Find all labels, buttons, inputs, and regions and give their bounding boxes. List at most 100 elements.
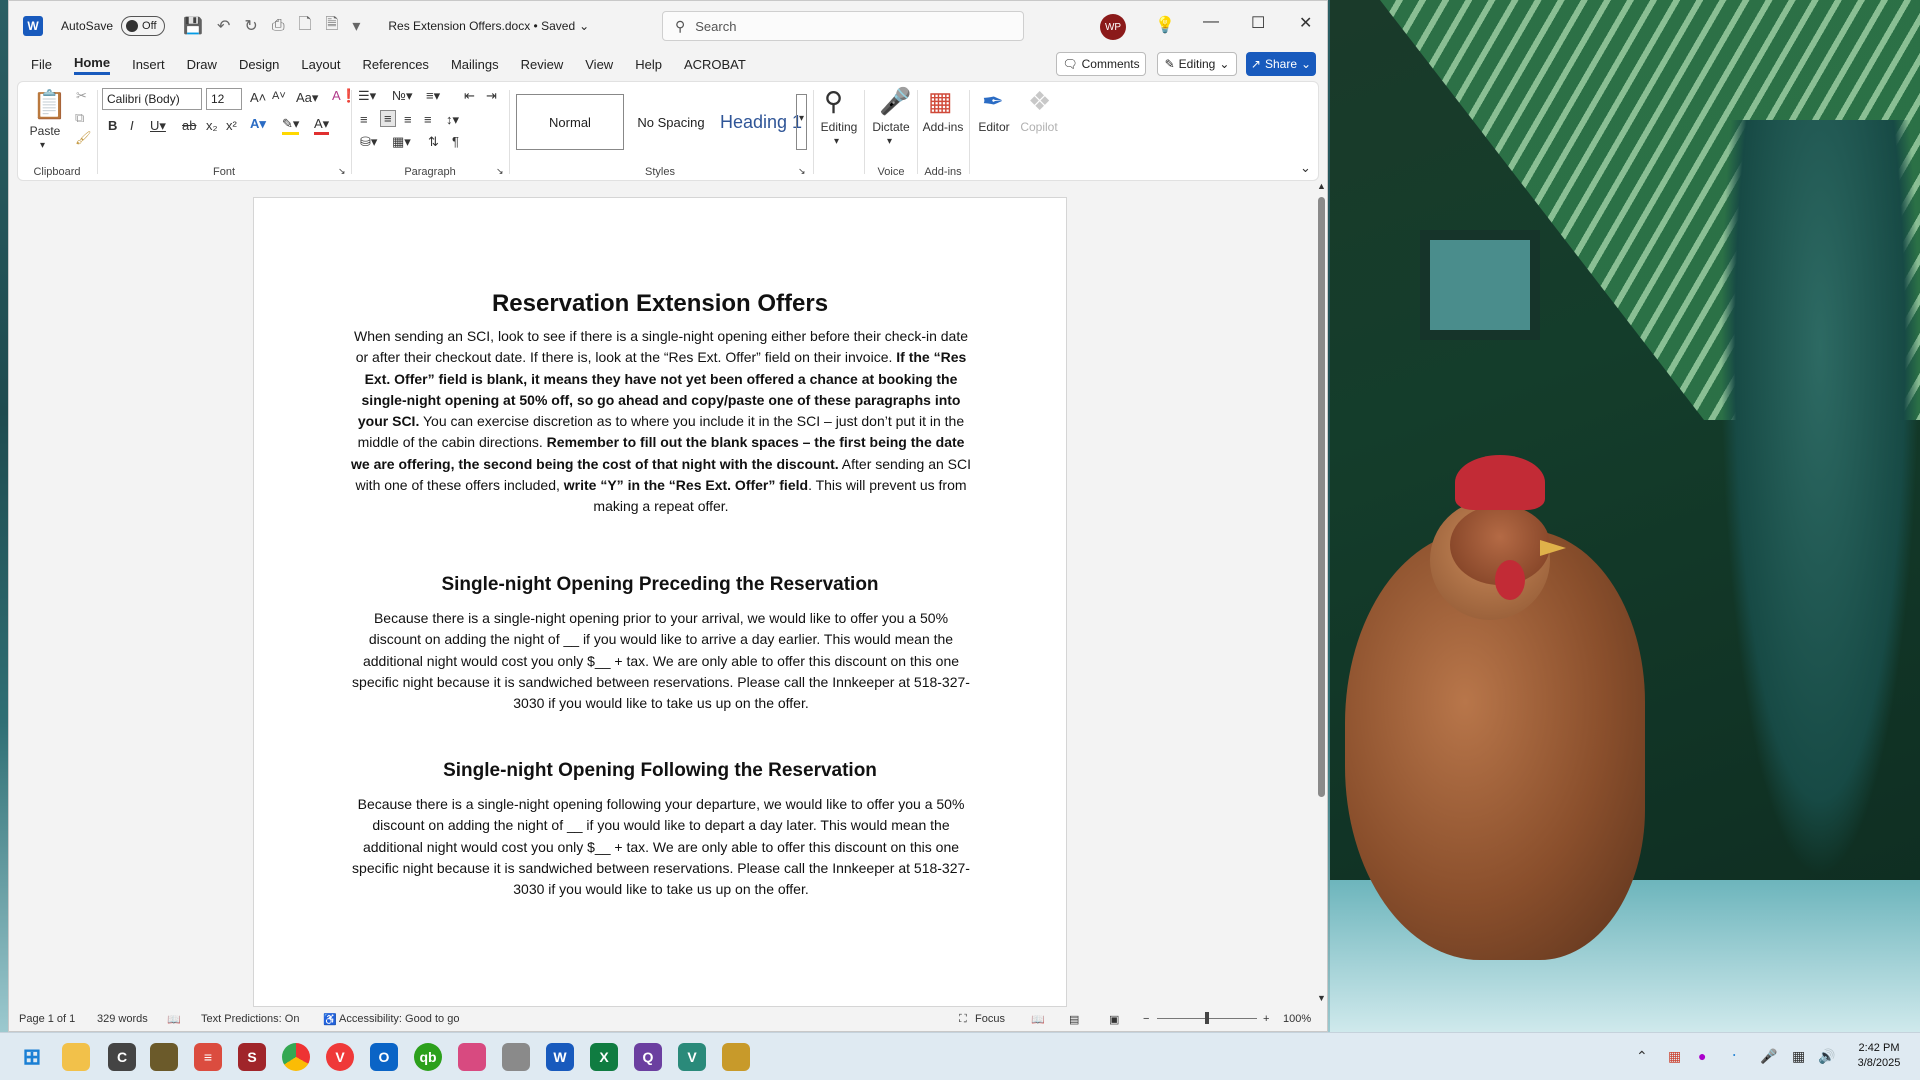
show-hidden-icons-icon[interactable]: ⌃ <box>1636 1048 1648 1065</box>
cut-icon[interactable]: ✂ <box>76 88 87 104</box>
zoom-in-icon[interactable]: + <box>1263 1013 1269 1025</box>
web-layout-view-icon[interactable]: ▣ <box>1109 1013 1119 1026</box>
tab-references[interactable]: References <box>362 57 428 74</box>
tab-help[interactable]: Help <box>635 57 662 74</box>
share-button[interactable]: ↗ Share ⌄ <box>1246 52 1316 76</box>
comments-button[interactable]: 🗨 Comments <box>1056 52 1146 76</box>
superscript-icon[interactable]: x² <box>226 118 237 133</box>
clock[interactable]: 2:42 PM 3/8/2025 <box>1844 1041 1914 1071</box>
multilevel-list-icon[interactable]: ≡▾ <box>426 88 440 104</box>
focus-icon[interactable]: ⛶ <box>959 1013 967 1026</box>
addins-icon[interactable]: ▦ <box>928 86 953 117</box>
text-predictions-status[interactable]: Text Predictions: On <box>201 1013 299 1025</box>
styles-dialog-launcher-icon[interactable]: ↘ <box>798 166 806 177</box>
new-document-icon[interactable]: 🗎 <box>325 13 338 40</box>
borders-icon[interactable]: ▦▾ <box>392 134 411 150</box>
lightbulb-icon[interactable]: 💡 <box>1155 15 1175 35</box>
dictate-button[interactable]: Dictate <box>867 120 915 134</box>
app-v-icon[interactable]: V <box>678 1043 706 1071</box>
bluetooth-icon[interactable]: ᛫ <box>1730 1048 1738 1064</box>
zoom-out-icon[interactable]: − <box>1143 1013 1149 1025</box>
app-s-icon[interactable]: S <box>238 1043 266 1071</box>
app-c-icon[interactable]: C <box>108 1043 136 1071</box>
show-formatting-icon[interactable]: ¶ <box>452 134 459 149</box>
bullets-icon[interactable]: ☰▾ <box>358 88 376 104</box>
increase-indent-icon[interactable]: ⇥ <box>486 88 497 104</box>
decrease-indent-icon[interactable]: ⇤ <box>464 88 475 104</box>
maximize-icon[interactable]: ☐ <box>1251 13 1265 33</box>
paragraph-dialog-launcher-icon[interactable]: ↘ <box>496 166 504 177</box>
paste-icon[interactable]: 📋 <box>32 88 67 121</box>
addins-button[interactable]: Add-ins <box>918 120 968 134</box>
editor-button[interactable]: Editor <box>972 120 1016 134</box>
read-mode-icon[interactable]: 🗋 <box>299 13 312 40</box>
app-q-icon[interactable]: Q <box>634 1043 662 1071</box>
autosave-toggle[interactable]: Off <box>121 16 166 36</box>
focus-button[interactable]: Focus <box>975 1013 1005 1025</box>
chrome-icon[interactable] <box>282 1043 310 1071</box>
app-grid-icon[interactable] <box>150 1043 178 1071</box>
microphone-icon[interactable]: 🎤 <box>879 86 911 117</box>
tab-file[interactable]: File <box>31 57 52 74</box>
tab-home[interactable]: Home <box>73 55 111 75</box>
font-size-combo[interactable]: 12 <box>206 88 242 110</box>
align-center-icon[interactable]: ≡ <box>380 110 396 127</box>
outlook-icon[interactable]: O <box>370 1043 398 1071</box>
printer-app-icon[interactable] <box>502 1043 530 1071</box>
tray-app-icon[interactable]: ▦ <box>1668 1048 1681 1065</box>
highlight-icon[interactable]: ✎▾ <box>282 116 300 135</box>
scrollbar-thumb[interactable] <box>1318 197 1325 797</box>
underline-icon[interactable]: U▾ <box>150 118 166 134</box>
user-avatar[interactable]: WP <box>1100 14 1126 40</box>
strikethrough-icon[interactable]: ab <box>182 118 196 133</box>
vivaldi-icon[interactable]: V <box>326 1043 354 1071</box>
tab-draw[interactable]: Draw <box>187 57 217 74</box>
app-folder-icon[interactable] <box>722 1043 750 1071</box>
print-layout-view-icon[interactable]: ▤ <box>1069 1013 1079 1026</box>
file-explorer-icon[interactable] <box>62 1043 90 1071</box>
tab-layout[interactable]: Layout <box>301 57 340 74</box>
vertical-scrollbar[interactable]: ▲ ▼ <box>1314 181 1328 1007</box>
tray-color-icon[interactable]: ● <box>1698 1048 1706 1064</box>
snipping-tool-icon[interactable] <box>458 1043 486 1071</box>
style-normal[interactable]: Normal <box>516 94 624 150</box>
accessibility-status[interactable]: Accessibility: Good to go <box>339 1013 459 1025</box>
document-title[interactable]: Res Extension Offers.docx • Saved <box>388 19 575 33</box>
style-no-spacing[interactable]: No Spacing <box>624 94 718 150</box>
tab-view[interactable]: View <box>585 57 613 74</box>
tab-mailings[interactable]: Mailings <box>451 57 499 74</box>
microphone-tray-icon[interactable]: 🎤 <box>1760 1048 1777 1065</box>
scroll-up-icon[interactable]: ▲ <box>1317 181 1326 191</box>
save-icon[interactable]: 💾 <box>183 16 203 36</box>
shading-icon[interactable]: ⛁▾ <box>360 134 377 150</box>
chevron-down-icon[interactable]: ▾ <box>834 136 839 147</box>
start-windows-icon[interactable]: ⊞ <box>18 1043 46 1071</box>
redo-icon[interactable]: ↻ <box>244 16 257 36</box>
tab-design[interactable]: Design <box>239 57 279 74</box>
font-dialog-launcher-icon[interactable]: ↘ <box>338 166 346 177</box>
subscript-icon[interactable]: x₂ <box>206 118 218 133</box>
font-name-combo[interactable]: Calibri (Body) <box>102 88 202 110</box>
search-box[interactable]: ⚲ Search <box>662 11 1024 41</box>
editing-mode-button[interactable]: ✎ Editing ⌄ <box>1157 52 1237 76</box>
undo-icon[interactable]: ↶ <box>217 16 230 36</box>
sort-icon[interactable]: ⇅ <box>428 134 439 150</box>
read-mode-view-icon[interactable]: 📖 <box>1031 1013 1045 1026</box>
tab-review[interactable]: Review <box>521 57 564 74</box>
font-color-icon[interactable]: A▾ <box>314 116 330 135</box>
paste-button[interactable]: Paste <box>28 124 62 138</box>
customize-qat-icon[interactable]: ▾ <box>352 16 360 36</box>
find-icon[interactable]: ⚲ <box>824 86 843 117</box>
text-effects-icon[interactable]: A▾ <box>250 116 266 132</box>
editing-button[interactable]: Editing <box>816 120 862 134</box>
line-spacing-icon[interactable]: ↕▾ <box>446 112 459 128</box>
word-count[interactable]: 329 words <box>97 1013 148 1025</box>
volume-icon[interactable]: 🔊 <box>1818 1048 1835 1065</box>
grow-font-icon[interactable]: A˄ <box>250 90 266 105</box>
title-dropdown-icon[interactable]: ⌄ <box>579 19 589 33</box>
zoom-slider-thumb[interactable] <box>1205 1012 1209 1024</box>
page-count[interactable]: Page 1 of 1 <box>19 1013 75 1025</box>
minimize-icon[interactable]: — <box>1203 13 1219 31</box>
style-heading-1[interactable]: Heading 1 <box>718 94 804 150</box>
chevron-down-icon[interactable]: ▾ <box>40 140 45 151</box>
